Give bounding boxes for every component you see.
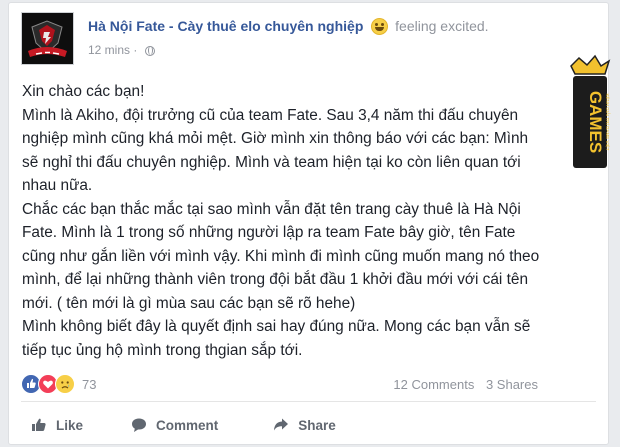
watermark-text: GAMES [586, 91, 605, 153]
comment-label: Comment [156, 417, 219, 433]
watermark-subtext: KÊNH GIẢI TRÍ GAME VIỆT [605, 94, 612, 151]
comment-button[interactable]: Comment [130, 408, 218, 442]
grinning-face-icon [371, 18, 389, 35]
post-line: Mình là Akiho, đội trưởng cũ của team Fa… [22, 106, 519, 124]
feeling-text: feeling excited. [395, 18, 489, 34]
globe-icon[interactable] [144, 46, 155, 56]
share-arrow-icon [274, 418, 289, 431]
dot-separator: · [133, 43, 138, 57]
thumbs-up-icon [32, 418, 46, 431]
post-line: Fate. Mình là 1 trong số những người lập… [22, 224, 516, 241]
post-line: mình, để lại những thành viên trong đội … [22, 271, 529, 288]
post-line: sẽ nghỉ thi đấu chuyên nghiệp. Mình và t… [22, 153, 521, 171]
post-timestamp[interactable]: 12 mins [88, 43, 130, 57]
post-meta: 12 mins · [88, 43, 155, 57]
shares-count-link[interactable]: 3 Shares [486, 377, 538, 392]
post-body: Xin chào các bạn! Mình là Akiho, đội trư… [22, 80, 597, 362]
post-line: Xin chào các bạn! [22, 83, 145, 100]
comments-count-link[interactable]: 12 Comments [393, 377, 474, 392]
actions-divider [21, 401, 596, 402]
like-button[interactable]: Like [30, 408, 83, 442]
post-line: tiếp tục ủng hộ mình trong thgian sắp tớ… [22, 341, 303, 359]
post-card: Hà Nội Fate - Cày thuê elo chuyên nghiệp… [8, 2, 609, 445]
page-name-link[interactable]: Hà Nội Fate - Cày thuê elo chuyên nghiệp [88, 18, 363, 34]
fate-logo-icon [22, 13, 73, 64]
engagement-counts: 12 Comments 3 Shares [385, 377, 538, 392]
post-actions: Like Comment Share [21, 408, 596, 442]
post-line: nghiệp mình cũng khá mỏi mệt. Giờ mình x… [22, 130, 529, 147]
post-title-line: Hà Nội Fate - Cày thuê elo chuyên nghiệp… [88, 18, 489, 35]
games-watermark-logo: GAMES KÊNH GIẢI TRÍ GAME VIỆT [570, 54, 612, 168]
reaction-summary[interactable]: 73 [21, 374, 96, 394]
share-label: Share [298, 417, 336, 433]
post-line: Mình không biết đây là quyết định sai ha… [22, 318, 531, 335]
share-button[interactable]: Share [272, 408, 336, 442]
like-label: Like [56, 417, 84, 433]
post-header: Hà Nội Fate - Cày thuê elo chuyên nghiệp… [21, 12, 596, 72]
post-line: mới. ( tên mới là gì mùa sau các bạn sẽ … [22, 294, 356, 312]
post-stats: 73 12 Comments 3 Shares [21, 370, 596, 396]
comment-icon [132, 418, 147, 432]
post-line: cũng như gắn liền với mình vậy. Khi mình… [22, 247, 540, 265]
sad-reaction-icon [55, 374, 75, 394]
post-line: nhau nữa. [22, 177, 93, 194]
post-line: Chắc các bạn thắc mắc tại sao mình vẫn đ… [22, 200, 521, 218]
reaction-count: 73 [82, 376, 97, 392]
page-avatar[interactable] [21, 12, 74, 65]
